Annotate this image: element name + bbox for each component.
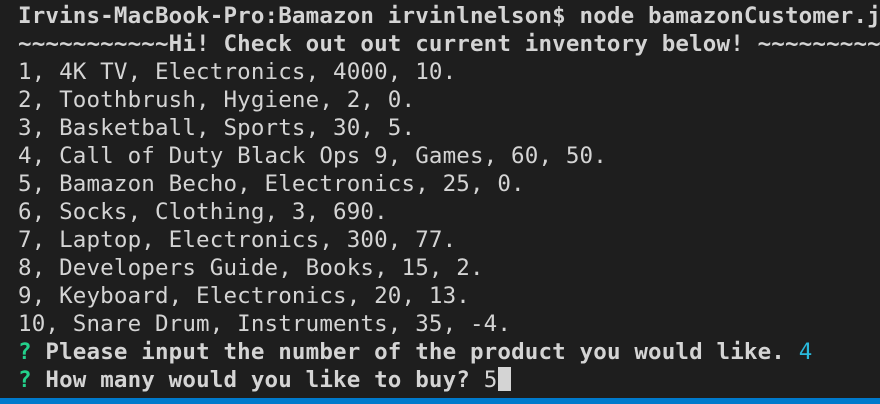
product-row: 9, Keyboard, Electronics, 20, 13. <box>18 283 470 309</box>
quantity-input-value[interactable]: 5 <box>484 367 498 393</box>
terminal-window[interactable]: Irvins-MacBook-Pro:Bamazon irvinlnelson$… <box>0 0 880 404</box>
product-row: 6, Socks, Clothing, 3, 690. <box>18 199 388 225</box>
prompt-product-number: ? Please input the number of the product… <box>0 338 880 366</box>
inventory-banner: ~~~~~~~~~~~Hi! Check out out current inv… <box>18 31 880 57</box>
product-row: 10, Snare Drum, Instruments, 35, -4. <box>18 311 512 337</box>
prompt-answer: 4 <box>798 339 813 365</box>
command-line: Irvins-MacBook-Pro:Bamazon irvinlnelson$… <box>18 3 880 29</box>
prompt-question-text: How many would you like to buy? <box>45 367 470 393</box>
product-row: 4, Call of Duty Black Ops 9, Games, 60, … <box>18 143 607 169</box>
status-bar <box>0 398 880 404</box>
text-cursor <box>498 367 512 391</box>
product-row: 5, Bamazon Becho, Electronics, 25, 0. <box>18 171 525 197</box>
prompt-question-icon: ? <box>18 367 32 393</box>
prompt-quantity[interactable]: ? How many would you like to buy? 5 <box>0 366 880 394</box>
product-row: 7, Laptop, Electronics, 300, 77. <box>18 227 457 253</box>
product-row: 1, 4K TV, Electronics, 4000, 10. <box>18 59 457 85</box>
product-row: 8, Developers Guide, Books, 15, 2. <box>18 255 484 281</box>
product-row: 3, Basketball, Sports, 30, 5. <box>18 115 416 141</box>
product-row: 2, Toothbrush, Hygiene, 2, 0. <box>18 87 416 113</box>
prompt-question-text: Please input the number of the product y… <box>45 339 785 365</box>
prompt-question-icon: ? <box>18 339 32 365</box>
